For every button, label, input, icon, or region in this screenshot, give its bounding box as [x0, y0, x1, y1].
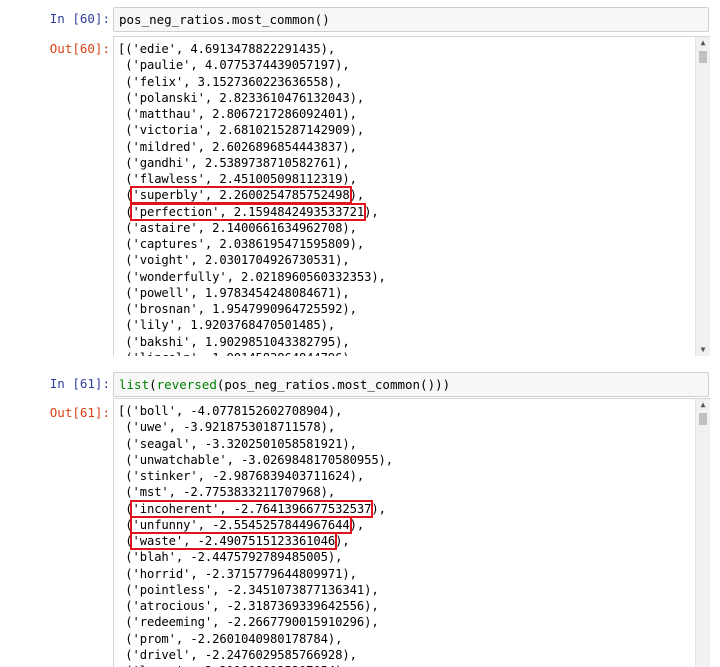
highlight-box: 'superbly', 2.2600254785752498	[130, 186, 352, 205]
output-line: ('seagal', -3.3202501058581921),	[118, 436, 357, 451]
line-suffix: ),	[335, 534, 350, 548]
line-prefix: (	[118, 501, 133, 516]
output-lines: [('boll', -4.0778152602708904), ('uwe', …	[118, 403, 393, 667]
output-line: ('wonderfully', 2.0218960560332353),	[118, 269, 386, 284]
output-line: ('matthau', 2.8067217286092401),	[118, 107, 357, 121]
code-text: pos_neg_ratios.most_common()	[119, 12, 330, 27]
output-scrollbar[interactable]: ▲ ▼	[695, 37, 710, 356]
line-prefix: (	[118, 204, 133, 219]
output-line: ('superbly', 2.2600254785752498),	[118, 186, 386, 205]
scroll-up-icon[interactable]: ▲	[696, 37, 710, 49]
scroll-thumb[interactable]	[699, 413, 707, 425]
output-line: ('lincoln', 1.9014583864844796),	[118, 350, 386, 356]
scroll-up-icon[interactable]: ▲	[696, 399, 710, 411]
output-line: ('waste', -2.4907515123361046),	[118, 532, 393, 550]
output-line: ('stinker', -2.9876839403711624),	[118, 469, 365, 483]
output-line: ('powell', 1.9783454248084671),	[118, 285, 350, 300]
output-line: ('mildred', 2.6026896854443837),	[118, 139, 357, 154]
highlight-box: 'incoherent', -2.7641396677532537	[130, 499, 374, 518]
line-prefix: (	[118, 188, 133, 203]
output-line: ('brosnan', 1.9547990964725592),	[118, 302, 357, 316]
input-prompt-60: In [60]:	[49, 11, 110, 26]
output-line: ('victoria', 2.6810215287142909),	[118, 123, 365, 138]
output-line: ('astaire', 2.1400661634962708),	[118, 220, 357, 235]
output-line: ('blah', -2.4475792789485005),	[118, 550, 343, 565]
line-prefix: (	[118, 517, 133, 532]
output-line: ('gandhi', 2.5389738710582761),	[118, 155, 350, 170]
output-line: ('unwatchable', -3.0269848170580955),	[118, 452, 394, 467]
output-line: ('polanski', 2.8233610476132043),	[118, 90, 365, 105]
output-line: [('edie', 4.6913478822291435),	[118, 42, 336, 56]
output-area-61[interactable]: [('boll', -4.0778152602708904), ('uwe', …	[113, 398, 710, 667]
code-paren: (	[149, 377, 157, 392]
line-suffix: ),	[349, 188, 365, 203]
highlight-box: 'perfection', 2.1594842493533721	[130, 202, 367, 221]
output-line: ('paulie', 4.0775374439057197),	[118, 58, 350, 73]
code-input-60[interactable]: pos_neg_ratios.most_common()	[113, 7, 709, 32]
scroll-thumb[interactable]	[699, 51, 707, 63]
output-scrollbar[interactable]: ▲	[695, 399, 710, 667]
code-fn-list: list	[119, 377, 150, 392]
output-line: ('perfection', 2.1594842493533721),	[118, 202, 386, 221]
output-line: ('pointless', -2.3451073877136341),	[118, 582, 379, 597]
output-line: ('unfunny', -2.5545257844967644),	[118, 515, 393, 534]
output-line: ('prom', -2.2601040980178784),	[118, 631, 343, 646]
code-input-61[interactable]: list(reversed(pos_neg_ratios.most_common…	[113, 372, 709, 397]
output-line: ('horrid', -2.3715779644809971),	[118, 566, 357, 581]
highlight-box: 'unfunny', -2.5545257844967644	[130, 515, 352, 534]
output-line: ('incoherent', -2.7641396677532537),	[118, 499, 393, 518]
output-prompt-61: Out[61]:	[49, 405, 110, 420]
output-line: ('bakshi', 1.9029851043382795),	[118, 334, 350, 349]
scroll-down-icon[interactable]: ▼	[696, 344, 710, 356]
output-area-60[interactable]: [('edie', 4.6913478822291435), ('paulie'…	[113, 36, 710, 356]
line-suffix: ),	[371, 501, 386, 516]
highlight-box: 'waste', -2.4907515123361046	[130, 532, 338, 550]
input-prompt-61: In [61]:	[49, 376, 110, 391]
code-rest: (pos_neg_ratios.most_common()))	[216, 377, 451, 392]
output-line: ('drivel', -2.2476029585766928),	[118, 647, 357, 662]
output-prompt-60: Out[60]:	[49, 41, 110, 56]
output-line: ('voight', 2.0301704926730531),	[118, 253, 350, 268]
output-line: ('felix', 3.1527360223636558),	[118, 74, 343, 89]
line-suffix: ),	[349, 517, 365, 532]
line-suffix: ),	[364, 204, 379, 219]
line-prefix: (	[118, 534, 133, 548]
output-line: ('lousy', -2.2118080125207054),	[118, 663, 393, 667]
output-line: ('uwe', -3.9218753018711578),	[118, 420, 336, 435]
output-line: ('atrocious', -2.3187369339642556),	[118, 599, 379, 613]
output-lines: [('edie', 4.6913478822291435), ('paulie'…	[118, 41, 386, 356]
output-line: ('mst', -2.7753833211707968),	[118, 485, 336, 500]
output-line: ('flawless', 2.451005098112319),	[118, 172, 357, 186]
output-line: [('boll', -4.0778152602708904),	[118, 404, 343, 418]
output-line: ('captures', 2.0386195471595809),	[118, 237, 365, 251]
output-line: ('redeeming', -2.2667790015910296),	[118, 615, 379, 630]
code-fn-reversed: reversed	[156, 377, 217, 392]
output-line: ('lily', 1.9203768470501485),	[118, 318, 336, 333]
